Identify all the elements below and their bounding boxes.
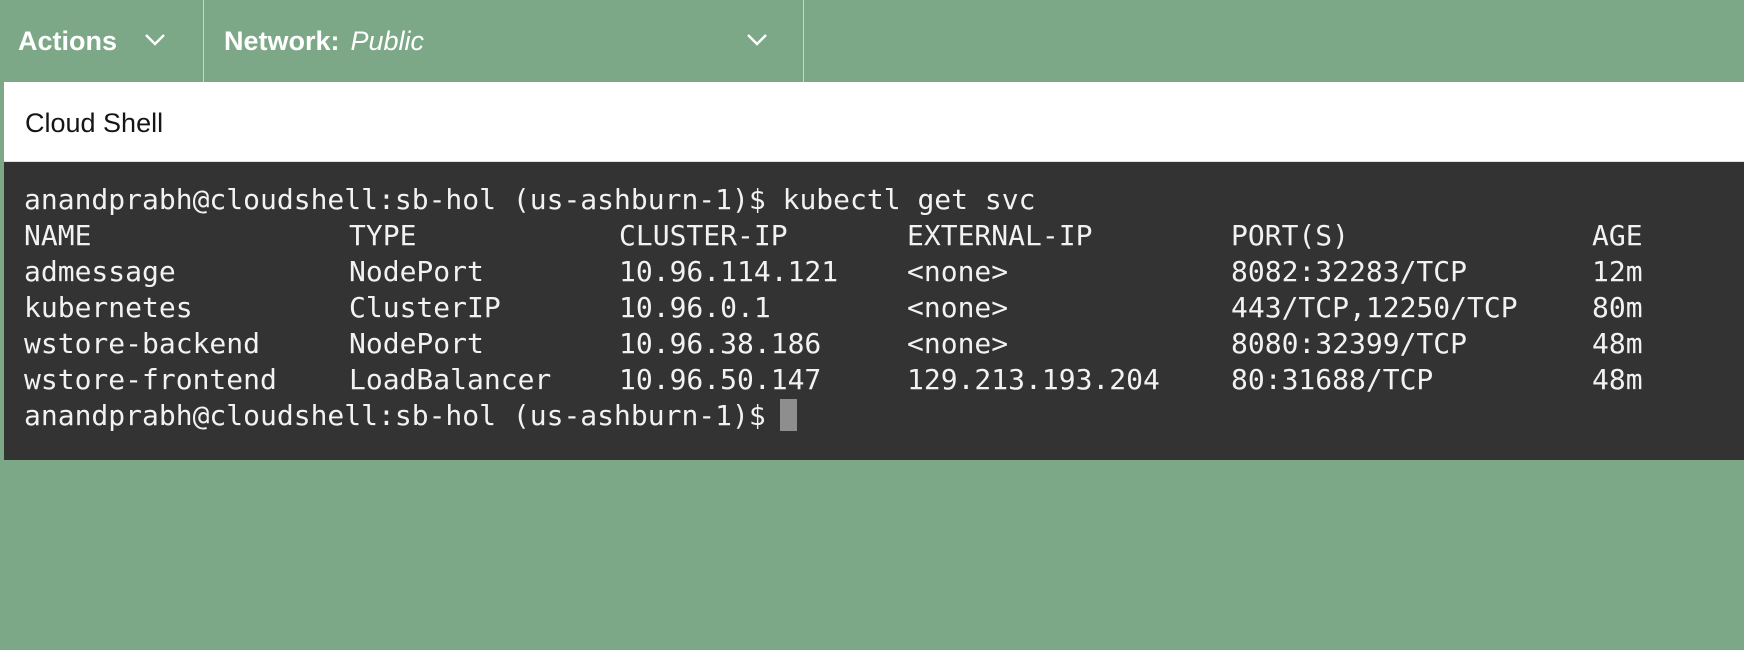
cell-external-ip: <none> <box>907 291 1009 324</box>
cell-external-ip: <none> <box>907 327 1009 360</box>
cell-ports: 80:31688/TCP <box>1231 363 1434 396</box>
cell-age: 12m <box>1592 255 1643 288</box>
cell-age: 48m <box>1592 327 1643 360</box>
chevron-down-icon <box>742 25 772 55</box>
cell-cluster-ip: 10.96.50.147 <box>619 363 822 396</box>
cell-type: LoadBalancer <box>349 363 552 396</box>
cell-ports: 8082:32283/TCP <box>1231 255 1468 288</box>
cell-ports: 443/TCP,12250/TCP <box>1231 291 1518 324</box>
terminal[interactable]: anandprabh@cloudshell:sb-hol (us-ashburn… <box>4 162 1744 460</box>
network-value: Public <box>350 25 425 56</box>
cloud-shell-title: Cloud Shell <box>25 108 164 138</box>
terminal-command: kubectl get svc <box>782 183 1036 216</box>
header-name: NAME <box>24 219 92 252</box>
network-label: Network: <box>224 25 340 56</box>
prompt-line[interactable]: anandprabh@cloudshell:sb-hol (us-ashburn… <box>24 398 1744 434</box>
actions-dropdown[interactable]: Actions <box>0 0 204 82</box>
cell-type: NodePort <box>349 255 484 288</box>
header-cluster-ip: CLUSTER-IP <box>619 219 788 252</box>
cell-cluster-ip: 10.96.38.186 <box>619 327 822 360</box>
cell-name: wstore-backend <box>24 327 261 360</box>
header-external-ip: EXTERNAL-IP <box>907 219 1093 252</box>
header-age: AGE <box>1592 219 1643 252</box>
terminal-prompt: anandprabh@cloudshell:sb-hol (us-ashburn… <box>24 183 766 216</box>
cell-ports: 8080:32399/TCP <box>1231 327 1468 360</box>
cell-type: ClusterIP <box>349 291 501 324</box>
table-header: NAME TYPE CLUSTER-IP EXTERNAL-IP PORT(S)… <box>24 218 1744 254</box>
cell-cluster-ip: 10.96.0.1 <box>619 291 771 324</box>
chevron-down-icon <box>140 25 170 55</box>
header-type: TYPE <box>349 219 417 252</box>
command-line: anandprabh@cloudshell:sb-hol (us-ashburn… <box>24 182 1744 218</box>
table-row: admessage NodePort 10.96.114.121 <none> … <box>24 254 1744 290</box>
toolbar: Actions Network: Public <box>0 0 1744 82</box>
actions-label: Actions <box>18 25 118 56</box>
cell-name: wstore-frontend <box>24 363 277 396</box>
cell-name: admessage <box>24 255 176 288</box>
cell-external-ip: 129.213.193.204 <box>907 363 1160 396</box>
network-dropdown[interactable]: Network: Public <box>204 0 804 82</box>
cell-type: NodePort <box>349 327 484 360</box>
terminal-cursor <box>779 399 797 431</box>
cell-age: 80m <box>1592 291 1643 324</box>
cloud-shell-header: Cloud Shell <box>4 82 1744 162</box>
cell-age: 48m <box>1592 363 1643 396</box>
header-ports: PORT(S) <box>1231 219 1350 252</box>
cell-name: kubernetes <box>24 291 193 324</box>
cell-external-ip: <none> <box>907 255 1009 288</box>
table-row: wstore-backend NodePort 10.96.38.186 <no… <box>24 326 1744 362</box>
cloud-shell-panel: Cloud Shell anandprabh@cloudshell:sb-hol… <box>4 82 1744 460</box>
table-row: kubernetes ClusterIP 10.96.0.1 <none> 44… <box>24 290 1744 326</box>
table-row: wstore-frontend LoadBalancer 10.96.50.14… <box>24 362 1744 398</box>
terminal-prompt: anandprabh@cloudshell:sb-hol (us-ashburn… <box>24 399 766 432</box>
cell-cluster-ip: 10.96.114.121 <box>619 255 839 288</box>
